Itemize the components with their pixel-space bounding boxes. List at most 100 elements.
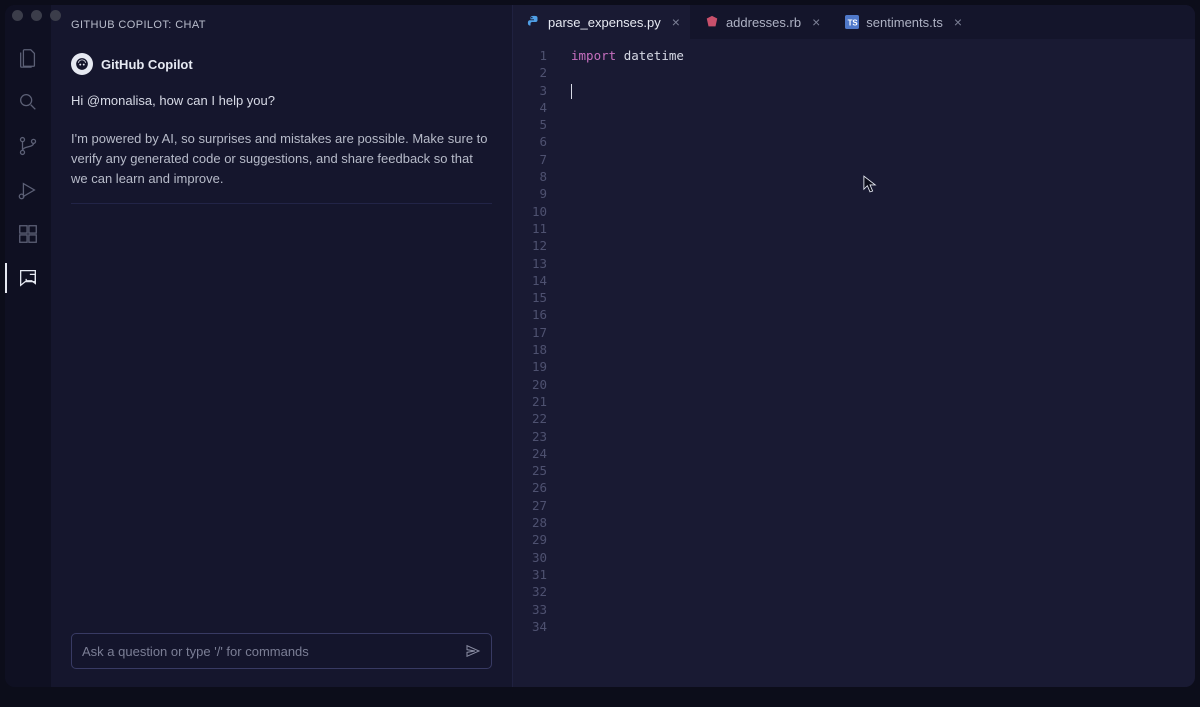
code-line[interactable] [561,393,1195,410]
line-number: 15 [513,289,547,306]
line-number: 11 [513,220,547,237]
close-icon[interactable]: × [668,15,680,29]
code-line[interactable] [561,289,1195,306]
traffic-zoom[interactable] [50,10,61,21]
tab-addresses-rb[interactable]: addresses.rb × [691,5,831,39]
code-line[interactable] [561,358,1195,375]
code-line[interactable] [561,601,1195,618]
line-number: 27 [513,497,547,514]
code-line[interactable] [561,116,1195,133]
code-line[interactable] [561,514,1195,531]
line-number: 18 [513,341,547,358]
line-number: 4 [513,99,547,116]
line-number: 13 [513,255,547,272]
code-line[interactable] [561,410,1195,427]
code-line[interactable] [561,462,1195,479]
tab-sentiments-ts[interactable]: TS sentiments.ts × [831,5,973,39]
code-line[interactable] [561,185,1195,202]
line-number: 23 [513,428,547,445]
line-number: 3 [513,82,547,99]
tab-label: sentiments.ts [866,15,943,30]
line-number: 14 [513,272,547,289]
editor-area: parse_expenses.py× addresses.rb × TS sentime… [513,5,1195,687]
line-number: 20 [513,376,547,393]
line-number: 8 [513,168,547,185]
chat-input[interactable] [82,644,465,659]
window-traffic-lights [12,10,61,21]
activity-bar [5,5,51,687]
code-line[interactable] [561,64,1195,81]
ts-file-icon: TS [845,15,859,29]
code-line[interactable]: import datetime [561,47,1195,64]
line-number: 31 [513,566,547,583]
code-line[interactable] [561,324,1195,341]
debug-icon[interactable] [15,177,41,203]
traffic-close[interactable] [12,10,23,21]
code-line[interactable] [561,497,1195,514]
code-line[interactable] [561,255,1195,272]
py-file-icon [527,15,541,29]
code-line[interactable] [561,82,1195,99]
search-icon[interactable] [15,89,41,115]
code-line[interactable] [561,151,1195,168]
code-line[interactable] [561,445,1195,462]
code-area[interactable]: 1234567891011121314151617181920212223242… [513,39,1195,687]
app-window: GITHUB COPILOT: CHAT GitHub Copilot Hi @… [5,5,1195,687]
tab-label: addresses.rb [726,15,801,30]
tab-parse_expenses-py[interactable]: parse_expenses.py× [513,5,691,39]
send-button[interactable] [465,643,481,659]
code-line[interactable] [561,168,1195,185]
svg-text:TS: TS [848,19,858,28]
line-number: 12 [513,237,547,254]
code-line[interactable] [561,220,1195,237]
code-line[interactable] [561,133,1195,150]
greeting-prefix: Hi [71,93,87,108]
line-number: 2 [513,64,547,81]
chat-body: GitHub Copilot Hi @monalisa, how can I h… [51,43,512,623]
chat-greeting: Hi @monalisa, how can I help you? [71,91,492,111]
code-line[interactable] [561,203,1195,220]
line-number: 21 [513,393,547,410]
code-line[interactable] [561,99,1195,116]
code-line[interactable] [561,531,1195,548]
code-line[interactable] [561,341,1195,358]
line-number: 16 [513,306,547,323]
close-icon[interactable]: × [950,15,962,29]
copilot-chat-panel: GITHUB COPILOT: CHAT GitHub Copilot Hi @… [51,5,513,687]
greeting-suffix: , how can I help you? [152,93,275,108]
code-line[interactable] [561,306,1195,323]
line-number: 28 [513,514,547,531]
rb-file-icon [705,15,719,29]
extensions-icon[interactable] [15,221,41,247]
code-line[interactable] [561,376,1195,393]
files-icon[interactable] [15,45,41,71]
chat-icon[interactable] [15,265,41,291]
line-number: 17 [513,324,547,341]
code-line[interactable] [561,237,1195,254]
line-number: 9 [513,185,547,202]
greeting-mention: @monalisa [87,93,152,108]
code-line[interactable] [561,583,1195,600]
line-number: 34 [513,618,547,635]
code-line[interactable] [561,618,1195,635]
copilot-avatar-icon [71,53,93,75]
code-line[interactable] [561,479,1195,496]
git-branch-icon[interactable] [15,133,41,159]
code-line[interactable] [561,549,1195,566]
chat-disclaimer: I'm powered by AI, so surprises and mist… [71,121,492,204]
line-number: 24 [513,445,547,462]
chat-input-container[interactable] [71,633,492,669]
code-content[interactable]: import datetime [561,47,1195,687]
editor-tabs: parse_expenses.py× addresses.rb × TS sentime… [513,5,1195,39]
traffic-minimize[interactable] [31,10,42,21]
assistant-name: GitHub Copilot [101,57,193,72]
code-line[interactable] [561,428,1195,445]
close-icon[interactable]: × [808,15,820,29]
code-line[interactable] [561,272,1195,289]
line-number: 19 [513,358,547,375]
code-line[interactable] [561,566,1195,583]
line-number: 6 [513,133,547,150]
line-number: 22 [513,410,547,427]
line-number: 30 [513,549,547,566]
line-number: 25 [513,462,547,479]
